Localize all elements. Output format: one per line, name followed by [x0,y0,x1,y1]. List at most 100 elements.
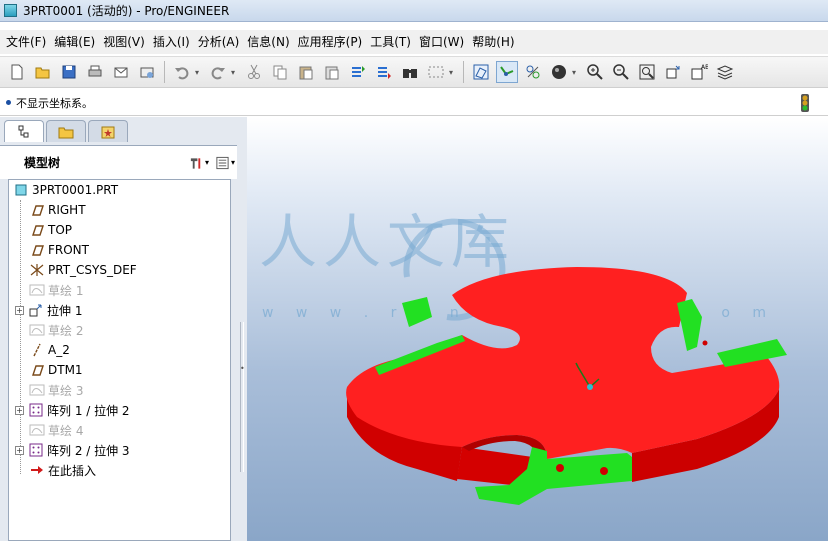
tree-item-label: 在此插入 [48,463,97,478]
datum-plane-icon [29,362,45,378]
tab-favorites[interactable] [88,120,128,142]
send-mail-button[interactable] [110,61,132,83]
find-button[interactable] [399,61,421,83]
tree-item-csys[interactable]: PRT_CSYS_DEF [29,260,137,280]
menu-info[interactable]: 信息(N) [243,30,293,54]
copy-icon [273,65,287,80]
zoom-in-button[interactable] [584,61,606,83]
model-tree: 3PRT0001.PRT RIGHT TOP FRONT PRT_CSYS_DE… [8,179,231,541]
tree-show-button[interactable]: ▾ [215,154,235,172]
redo-icon [211,67,225,80]
redo-dropdown-icon[interactable]: ▾ [231,68,239,77]
tree-item-insert-here[interactable]: 在此插入 [29,460,96,480]
tree-item-dtm1[interactable]: DTM1 [29,360,83,380]
tree-item-extrude-1[interactable]: + 拉伸 1 [15,300,82,320]
zoom-out-button[interactable] [610,61,632,83]
model-tree-tab-icon [18,125,29,137]
datum-plane-icon [29,242,45,258]
traffic-light-icon[interactable] [800,94,810,112]
layers-button[interactable] [714,61,736,83]
copy-button[interactable] [269,61,291,83]
select-dropdown-icon[interactable]: ▾ [449,68,457,77]
tree-item-sketch-1[interactable]: 草绘 1 [29,280,83,300]
paste-special-icon [325,66,339,80]
shading-sphere-icon [552,65,566,79]
tree-item-part[interactable]: 3PRT0001.PRT [13,180,118,200]
tree-item-label: 3PRT0001.PRT [32,183,119,197]
datum-plane-display-icon [473,64,489,80]
regenerate-button[interactable] [347,61,369,83]
tree-item-sketch-4[interactable]: 草绘 4 [29,420,83,440]
tree-item-axis[interactable]: A_2 [29,340,70,360]
tab-folder-browser[interactable] [46,120,86,142]
send-link-button[interactable] [136,61,158,83]
undo-button[interactable] [171,61,193,83]
expand-icon[interactable]: + [15,305,24,315]
tree-item-label: DTM1 [48,363,83,377]
menu-tools[interactable]: 工具(T) [366,30,415,54]
navigator-tabs [4,120,130,144]
menu-help[interactable]: 帮助(H) [468,30,518,54]
undo-dropdown-icon[interactable]: ▾ [195,68,203,77]
refit-icon [639,64,655,80]
shading-button[interactable] [548,61,570,83]
sketch-icon [29,282,45,298]
tree-item-label: A_2 [48,343,70,357]
menu-analysis[interactable]: 分析(A) [194,30,244,54]
saved-views-icon: AB [691,64,708,80]
plane-display-button[interactable] [470,61,492,83]
panel-splitter[interactable]: • [237,117,247,541]
menu-file[interactable]: 文件(F) [2,30,50,54]
graphics-window[interactable]: 人人文库 w w w . r e n r e n d o c . c o m [247,117,828,541]
tree-item-right[interactable]: RIGHT [29,200,86,220]
cut-button[interactable] [243,61,265,83]
paste-button[interactable] [295,61,317,83]
expand-icon[interactable]: + [15,405,24,415]
window-title: 3PRT0001 (活动的) - Pro/ENGINEER [23,4,230,18]
menu-applications[interactable]: 应用程序(P) [294,30,367,54]
shading-dropdown-icon[interactable]: ▾ [572,68,580,77]
regen-manager-button[interactable] [373,61,395,83]
zoom-in-icon [587,64,603,80]
tree-item-front[interactable]: FRONT [29,240,89,260]
title-bar: 3PRT0001 (活动的) - Pro/ENGINEER [0,0,828,22]
refit-button[interactable] [636,61,658,83]
tree-settings-button[interactable]: ▾ [189,154,209,172]
tree-item-pattern-2[interactable]: + 阵列 2 / 拉伸 3 [15,440,130,460]
axis-display-button[interactable] [496,61,518,83]
redo-button[interactable] [207,61,229,83]
reorient-button[interactable] [662,61,684,83]
menu-edit[interactable]: 编辑(E) [50,30,99,54]
menu-insert[interactable]: 插入(I) [149,30,194,54]
print-icon [88,65,102,77]
menu-window[interactable]: 窗口(W) [415,30,468,54]
splitter-handle-icon[interactable]: • [240,364,245,373]
app-icon [4,4,17,17]
menu-view[interactable]: 视图(V) [99,30,149,54]
tab-model-tree[interactable] [4,120,44,142]
print-button[interactable] [84,61,106,83]
list-view-icon [216,156,229,169]
undo-icon [175,67,189,80]
tree-item-top[interactable]: TOP [29,220,72,240]
select-box-button[interactable] [425,61,447,83]
save-button[interactable] [58,61,80,83]
new-button[interactable] [6,61,28,83]
open-folder-icon [35,67,50,79]
save-icon [62,65,76,79]
tree-item-sketch-2[interactable]: 草绘 2 [29,320,83,340]
datum-axis-icon [29,342,45,358]
pattern-icon [28,442,44,458]
favorites-tab-icon [101,126,115,138]
part-model[interactable] [247,117,828,541]
datum-point-display-icon [526,65,540,79]
expand-icon[interactable]: + [15,445,24,455]
tree-item-sketch-3[interactable]: 草绘 3 [29,380,83,400]
splitter-grip[interactable] [240,322,244,472]
tree-item-pattern-1[interactable]: + 阵列 1 / 拉伸 2 [15,400,130,420]
paste-special-button[interactable] [321,61,343,83]
saved-views-button[interactable]: AB [688,61,710,83]
point-display-button[interactable] [522,61,544,83]
open-button[interactable] [32,61,54,83]
chevron-down-icon: ▾ [230,158,235,167]
